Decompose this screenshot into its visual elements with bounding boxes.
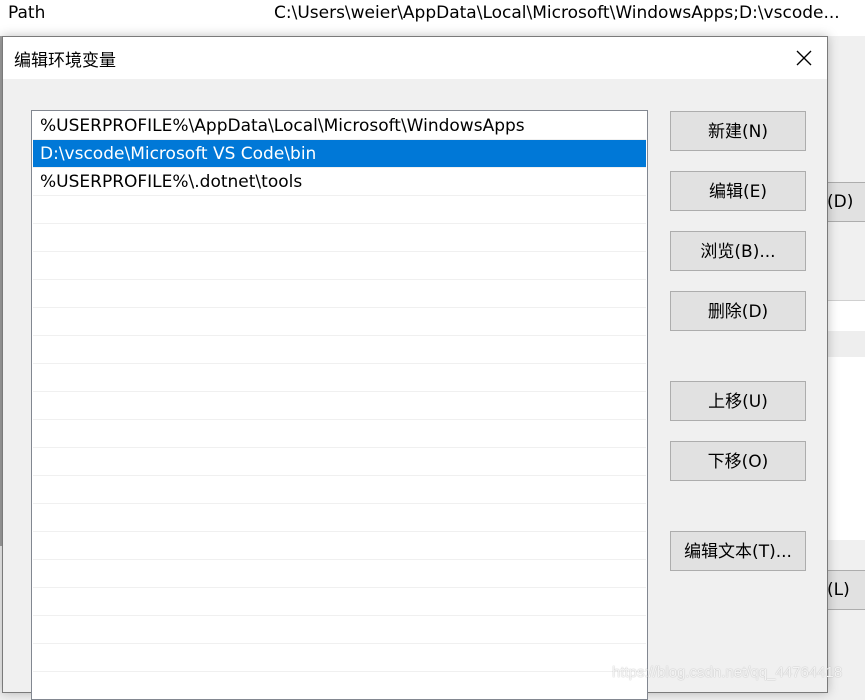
list-item[interactable]: %USERPROFILE%\.dotnet\tools <box>33 168 646 196</box>
empty-list-row[interactable] <box>33 672 646 699</box>
empty-list-row[interactable] <box>33 644 646 672</box>
background-list-selection <box>827 331 865 357</box>
empty-list-row[interactable] <box>33 448 646 476</box>
empty-list-row[interactable] <box>33 252 646 280</box>
delete-button[interactable]: 删除(D) <box>670 291 806 331</box>
close-button[interactable] <box>781 37 827 79</box>
background-list-label: (L) <box>827 580 850 600</box>
empty-list-row[interactable] <box>33 392 646 420</box>
path-list[interactable]: %USERPROFILE%\AppData\Local\Microsoft\Wi… <box>31 110 648 700</box>
empty-list-row[interactable] <box>33 504 646 532</box>
list-item[interactable]: D:\vscode\Microsoft VS Code\bin <box>33 140 646 168</box>
edit-button[interactable]: 编辑(E) <box>670 171 806 211</box>
edit-text-button[interactable]: 编辑文本(T)... <box>670 531 806 571</box>
move-down-button[interactable]: 下移(O) <box>670 441 806 481</box>
empty-list-row[interactable] <box>33 532 646 560</box>
move-up-button[interactable]: 上移(U) <box>670 381 806 421</box>
empty-list-row[interactable] <box>33 308 646 336</box>
background-variable-value: C:\Users\weier\AppData\Local\Microsoft\W… <box>274 3 840 23</box>
edit-env-var-dialog: 编辑环境变量 %USERPROFILE%\AppData\Local\Micro… <box>2 36 828 700</box>
background-variable-row[interactable]: Path C:\Users\weier\AppData\Local\Micros… <box>0 0 865 28</box>
browse-button[interactable]: 浏览(B)... <box>670 231 806 271</box>
background-row-partial <box>0 28 865 36</box>
empty-list-row[interactable] <box>33 336 646 364</box>
dialog-title: 编辑环境变量 <box>14 51 116 71</box>
empty-list-row[interactable] <box>33 364 646 392</box>
list-item[interactable]: %USERPROFILE%\AppData\Local\Microsoft\Wi… <box>33 112 646 140</box>
close-icon <box>796 50 812 66</box>
empty-list-row[interactable] <box>33 560 646 588</box>
dialog-titlebar: 编辑环境变量 <box>3 37 827 79</box>
new-button[interactable]: 新建(N) <box>670 111 806 151</box>
empty-list-row[interactable] <box>33 588 646 616</box>
background-list-fragment <box>827 300 865 540</box>
empty-list-row[interactable] <box>33 420 646 448</box>
empty-list-row[interactable] <box>33 280 646 308</box>
background-variable-name: Path <box>8 3 46 23</box>
background-delete-label: (D) <box>827 192 854 212</box>
empty-list-row[interactable] <box>33 476 646 504</box>
empty-list-row[interactable] <box>33 224 646 252</box>
empty-list-row[interactable] <box>33 616 646 644</box>
watermark: https://blog.csdn.net/qq_44764418 <box>612 664 843 681</box>
empty-list-row[interactable] <box>33 196 646 224</box>
